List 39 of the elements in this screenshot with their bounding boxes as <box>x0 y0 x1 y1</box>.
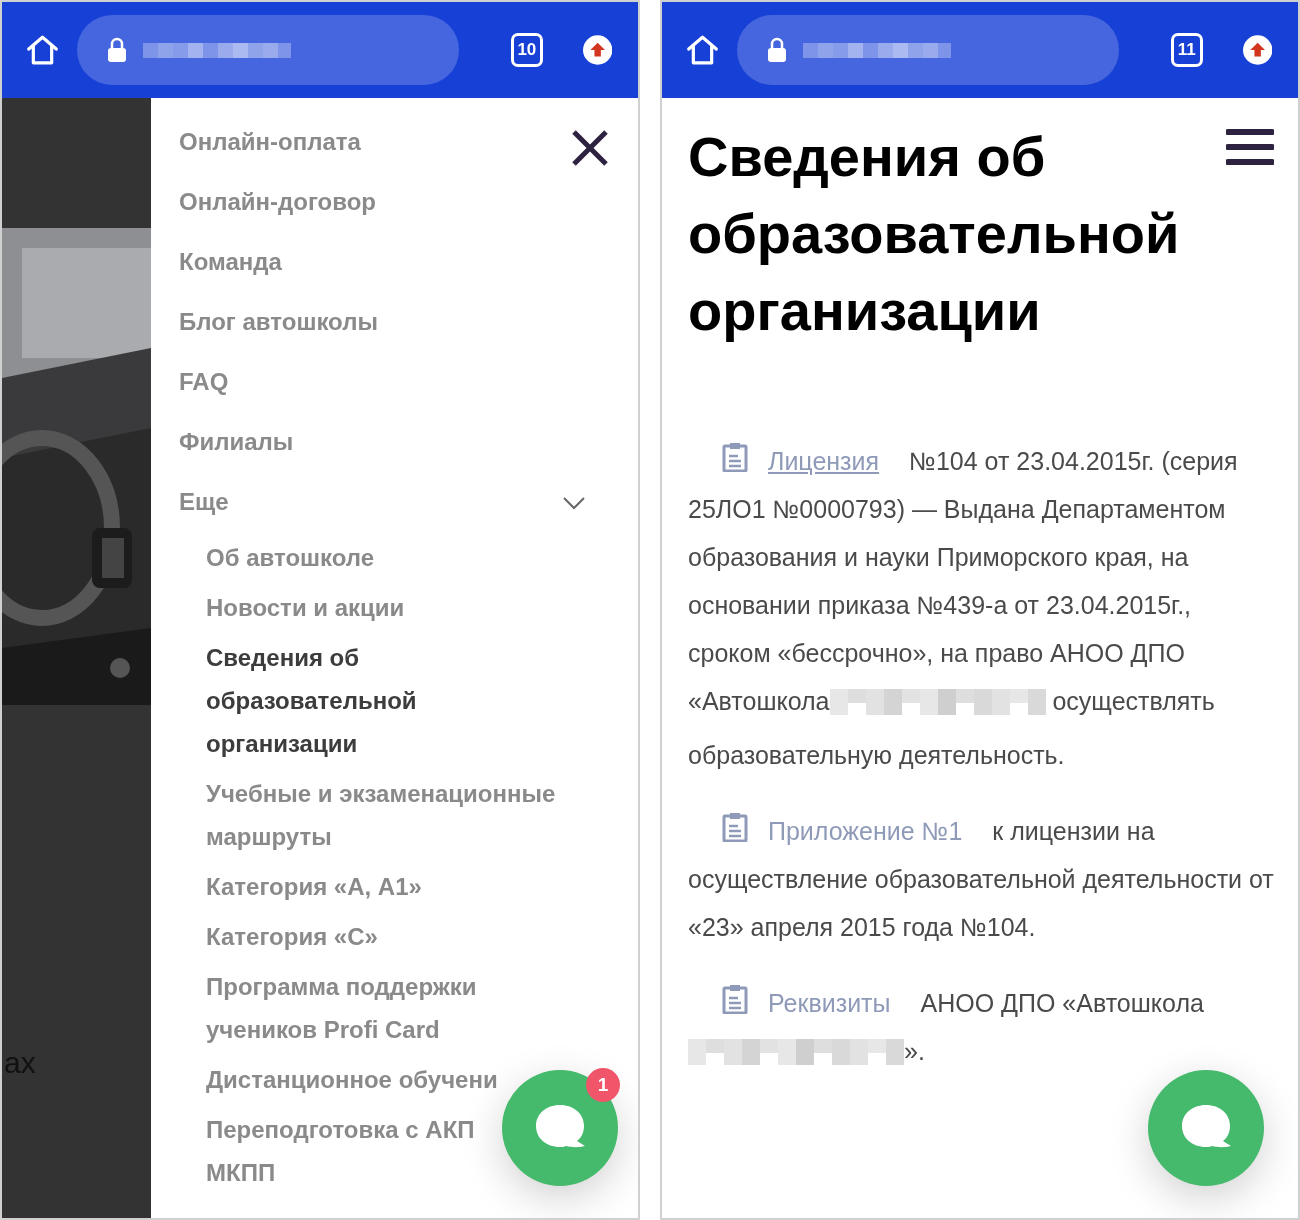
home-icon[interactable] <box>686 33 719 67</box>
menu-item[interactable]: FAQ <box>179 352 638 412</box>
lock-icon <box>767 37 787 63</box>
chevron-icon <box>562 496 586 510</box>
submenu-item[interactable]: Дистанционное обучени <box>206 1058 498 1101</box>
document-link[interactable]: Приложение №1 <box>768 817 963 845</box>
page-title: Сведения об образовательной организации <box>688 124 1181 344</box>
menu-item[interactable]: Еще <box>179 472 638 532</box>
clipboard-icon <box>722 984 748 1014</box>
document-link[interactable]: Лицензия <box>768 447 880 475</box>
menu-item[interactable]: Филиалы <box>179 412 638 472</box>
clipboard-icon <box>722 442 748 472</box>
menu-button[interactable] <box>1226 128 1274 166</box>
home-icon[interactable] <box>26 33 59 67</box>
submenu-item[interactable]: Новости и акции <box>206 586 405 629</box>
document-link[interactable]: Реквизиты <box>768 989 891 1017</box>
close-button[interactable] <box>570 128 610 168</box>
chat-button[interactable]: 1 <box>502 1070 618 1186</box>
menu-item[interactable]: Онлайн-договор <box>179 172 638 232</box>
submenu-item[interactable]: Об автошколе <box>206 536 375 579</box>
tab-count[interactable]: 10 <box>511 33 543 67</box>
menu-item[interactable]: Команда <box>179 232 638 292</box>
submenu-item[interactable]: Программа поддержки учеников Profi Card <box>206 965 477 1051</box>
submenu-item[interactable]: Категория «С» <box>206 915 378 958</box>
notification-badge: 1 <box>586 1068 620 1102</box>
menu-item[interactable]: Блог автошколы <box>179 292 638 352</box>
submenu-item[interactable]: Сведения об образовательной организации <box>206 636 417 765</box>
upload-icon[interactable] <box>1242 34 1272 66</box>
tab-count[interactable]: 11 <box>1171 33 1203 67</box>
submenu-item[interactable]: Переподготовка с АКП МКПП <box>206 1108 475 1194</box>
document-paragraph: Лицензия №104 от 23.04.2015г. (серия 25ЛО1 №0000793) — Выдана Департаментом образования и науки Приморского края, на основании приказа №439-а от 23.04.2015г., сроком «бессрочно», на право АНОО ДПО «Автошкола осуществлять образовательную деятельность. <box>688 437 1274 779</box>
menu-item[interactable]: Онлайн-оплата <box>179 112 638 172</box>
document-paragraph: Реквизиты АНОО ДПО «Автошкола ». <box>688 979 1274 1081</box>
clipboard-icon <box>722 812 748 842</box>
document-paragraph: Приложение №1 к лицензии на осуществление образовательной деятельности от «23» апреля 2015 года №104. <box>688 807 1274 951</box>
upload-icon[interactable] <box>582 34 612 66</box>
lock-icon <box>107 37 127 63</box>
submenu-item[interactable]: Учебные и экзаменационные маршруты <box>206 772 556 858</box>
submenu-item[interactable]: Категория «А, А1» <box>206 865 422 908</box>
